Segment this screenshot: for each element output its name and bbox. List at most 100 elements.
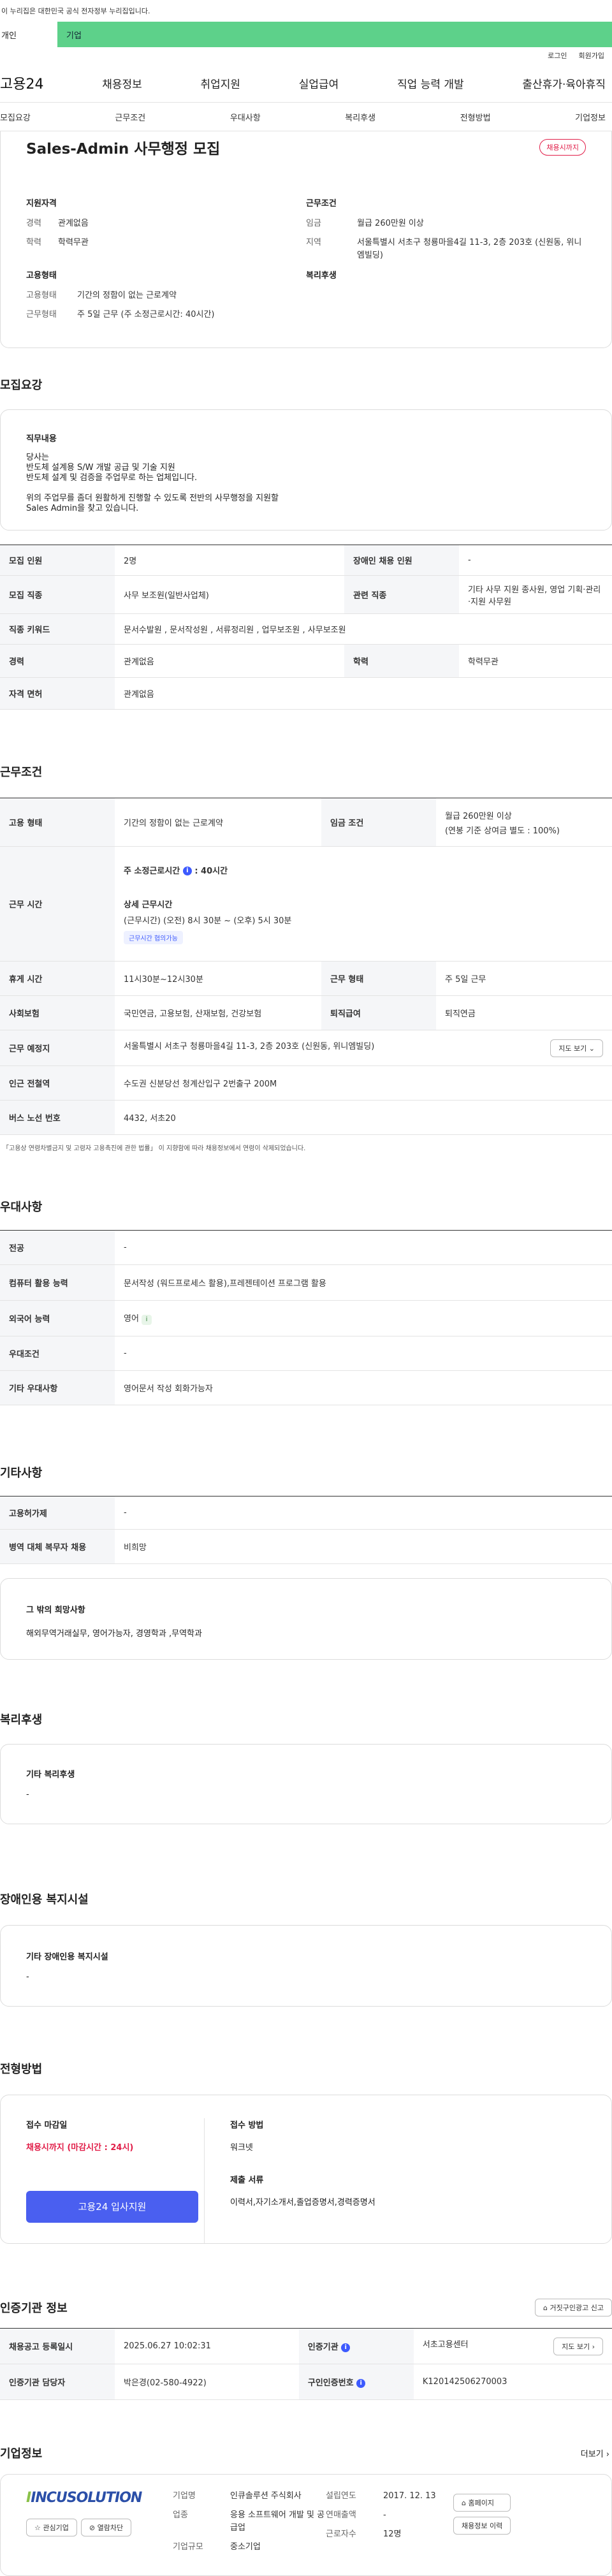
main-nav: 고용24 채용정보 취업지원 실업급여 직업 능력 개발 출산휴가·육아휴직: [0, 64, 612, 102]
row-value: 관계없음: [115, 677, 612, 710]
table-row: 직종 키워드 문서수발원 , 문서작성원 , 서류정리원 , 업무보조원 , 사무…: [0, 613, 612, 645]
info-icon[interactable]: i: [356, 2378, 366, 2388]
company-logo-text: INCUSOLUTION: [31, 2490, 142, 2506]
hours-chip: 근무시간 협의가능: [124, 930, 603, 944]
company-name-value: 인큐솔루션 주식회사: [230, 2491, 302, 2501]
duty-line: 위의 주업무를 좀더 원활하게 진행할 수 있도록 전반의 사무행정을 지원할: [26, 494, 279, 503]
row-value: 문서작성 (워드프로세스 활용),프레젠테이션 프로그램 활용: [115, 1264, 612, 1301]
nav-item-support[interactable]: 취업지원: [200, 75, 240, 91]
report-button[interactable]: ⌂ 거짓구인광고 신고: [535, 2299, 612, 2316]
agency-map-button[interactable]: 지도 보기 ›: [553, 2337, 603, 2355]
row-value: 서초고용센터 지도 보기 ›: [413, 2328, 612, 2364]
nav-item-leave[interactable]: 출산휴가·육아휴직: [522, 75, 606, 91]
summary-card: Sales-Admin 사무행정 모집 채용시까지 지원자격 경력 관계없음 학력…: [0, 131, 612, 348]
row-label: 버스 노선 번호: [0, 1100, 115, 1135]
anchor-process[interactable]: 전형방법: [460, 111, 491, 123]
row-label: 병역 대체 복무자 채용: [0, 1529, 115, 1564]
row-label: 외국어 능력: [0, 1300, 115, 1336]
block-button[interactable]: ⊘ 열람차단: [80, 2519, 132, 2536]
duty-title: 직무내용: [26, 434, 57, 444]
nav-item-benefits[interactable]: 실업급여: [299, 75, 339, 91]
region-value: 서울특별시 서초구 청룡마을4길 11-3, 2층 203호 (신원동, 위니엠…: [357, 238, 582, 260]
company-info-right: 설립연도 2017. 12. 13 연매출액 - 근로자수 12명: [326, 2490, 453, 2575]
row-label: 인증기관 i: [298, 2328, 414, 2364]
tab-company[interactable]: 기업: [57, 22, 612, 47]
info-icon[interactable]: i: [341, 2343, 351, 2352]
row-value: -: [115, 1230, 612, 1265]
anchor-recruit[interactable]: 모집요강: [0, 111, 31, 123]
welfare-section-title: 복리후생: [0, 1713, 43, 1727]
row-value: 영어 i: [115, 1300, 612, 1336]
edu-value: 학력무관: [58, 238, 89, 247]
table-row: 모집 직종 사무 보조원(일반사업체) 관련 직종 기타 사무 지원 종사원, 영업 …: [0, 575, 612, 614]
table-row: 인증기관 담당자 박은경(02-580-4922) 구인인증번호 i K1201425…: [0, 2364, 612, 2400]
agency-section: 인증기관 정보 ⌂ 거짓구인광고 신고 채용공고 등록일시 2025.06.27 …: [0, 2299, 612, 2400]
company-more-link[interactable]: 더보기 ›: [581, 2447, 609, 2459]
row-label: 컴퓨터 활용 능력: [0, 1264, 115, 1301]
table-row: 근무 시간 주 소정근로시간 i : 40시간 상세 근무시간 (근무시간) (…: [0, 846, 612, 962]
row-value: 주 소정근로시간 i : 40시간 상세 근무시간 (근무시간) (오전) 8시…: [115, 846, 612, 962]
anchor-preference[interactable]: 우대사항: [230, 111, 261, 123]
table-row: 컴퓨터 활용 능력 문서작성 (워드프로세스 활용),프레젠테이션 프로그램 활용: [0, 1264, 612, 1301]
deadline-label: 접수 마감일: [26, 2121, 68, 2130]
homepage-button[interactable]: ⌂ 홈페이지: [453, 2494, 511, 2512]
section-anchor-nav: 모집요강 근무조건 우대사항 복리후생 전형방법 기업정보: [0, 102, 612, 131]
homepage-label: 홈페이지: [468, 2499, 494, 2507]
anchor-company[interactable]: 기업정보: [575, 111, 606, 123]
anchor-welfare[interactable]: 복리후생: [345, 111, 375, 123]
method-label: 접수 방법: [230, 2121, 264, 2130]
table-row: 휴게 시간 11시30분~12시30분 근무 형태 주 5일 근무: [0, 961, 612, 996]
tab-individual[interactable]: 개인: [0, 22, 57, 47]
row-value: K120142506270003: [413, 2364, 612, 2400]
row-label: 채용공고 등록일시: [0, 2328, 115, 2364]
gov-banner-text: 이 누리집은 대한민국 공식 전자정부 누리집입니다.: [1, 7, 150, 15]
anchor-conditions[interactable]: 근무조건: [115, 111, 145, 123]
table-row: 채용공고 등록일시 2025.06.27 10:02:31 인증기관 i 서초고용센터…: [0, 2328, 612, 2364]
conditions-table: 고용 형태 기간의 정함이 없는 근로계약 임금 조건 월급 260만원 이상 (연봉 …: [0, 798, 612, 1135]
table-row: 근무 예정지 서울특별시 서초구 청룡마을4길 11-3, 2층 203호 (신원…: [0, 1030, 612, 1066]
row-label: 장애인 채용 인원: [344, 545, 459, 576]
org-value: 서초고용센터: [422, 2339, 469, 2350]
row-value: 2025.06.27 10:02:31: [115, 2328, 299, 2364]
utility-bar: 로그인 회원가입: [0, 47, 612, 64]
agency-table: 채용공고 등록일시 2025.06.27 10:02:31 인증기관 i 서초고용센터…: [0, 2328, 612, 2400]
row-label: 근무 형태: [321, 961, 436, 996]
region-label: 지역: [306, 238, 321, 247]
apply-button[interactable]: 고용24 입사지원: [26, 2191, 198, 2223]
site-logo[interactable]: 고용24: [0, 73, 43, 93]
welfare-section: 복리후생 기타 복리후생 -: [0, 1711, 612, 1824]
row-value: 기타 사무 지원 종사원, 영업 기획·관리·지원 사무원: [459, 575, 612, 614]
duty-line: 당사는: [26, 453, 49, 462]
recruit-title: 모집요강: [0, 379, 43, 392]
row-label: 구인인증번호 i: [298, 2364, 414, 2400]
cond-title: 근무조건: [306, 199, 337, 209]
preference-section: 우대사항 전공 - 컴퓨터 활용 능력 문서작성 (워드프로세스 활용),프레젠테이…: [0, 1198, 612, 1405]
table-row: 모집 인원 2명 장애인 채용 인원 -: [0, 545, 612, 576]
signup-link[interactable]: 회원가입: [579, 50, 604, 61]
company-card: IINCUSOLUTION ☆ 관심기업 ⊘ 열람차단 기업명 인큐솔루션 주식회…: [0, 2474, 612, 2576]
hours-detail: (근무시간) (오전) 8시 30분 ~ (오후) 5시 30분: [124, 916, 292, 926]
row-value: 수도권 신분당선 청계산입구 2번출구 200M: [115, 1065, 612, 1101]
nav-item-training[interactable]: 직업 능력 개발: [397, 75, 464, 91]
map-button[interactable]: 지도 보기 ⌄: [550, 1039, 603, 1057]
wage-sub: (연봉 기준 상여금 별도 : 100%): [444, 826, 560, 836]
history-button[interactable]: 채용정보 이력: [453, 2517, 511, 2535]
nav-item-jobs[interactable]: 채용정보: [102, 75, 142, 91]
emp-type-value: 기간의 정함이 없는 근로계약: [77, 291, 177, 300]
info-icon[interactable]: i: [182, 867, 192, 875]
row-label: 관련 직종: [344, 575, 459, 614]
row-value: 사무 보조원(일반사업체): [115, 575, 344, 614]
summary-grid: 지원자격 경력 관계없음 학력 학력무관 고용형태 고용형태 기간의 정함이 없는 근…: [26, 196, 586, 328]
num-label: 구인인증번호: [307, 2378, 354, 2388]
deadline-badge: 채용시까지: [539, 139, 586, 156]
row-value: 4432, 서초20: [115, 1100, 612, 1135]
row-value: 박은경(02-580-4922): [115, 2364, 299, 2400]
table-row: 우대조건 -: [0, 1336, 612, 1371]
info-icon[interactable]: i: [142, 1315, 152, 1325]
login-link[interactable]: 로그인: [548, 50, 567, 61]
row-label: 경력: [0, 644, 115, 678]
fav-button[interactable]: ☆ 관심기업: [26, 2519, 77, 2536]
edu-label: 학력: [26, 238, 41, 247]
company-header: 기업정보 더보기 ›: [0, 2445, 612, 2461]
etc-table: 고용허가제 - 병역 대체 복무자 채용 비희망: [0, 1496, 612, 1564]
